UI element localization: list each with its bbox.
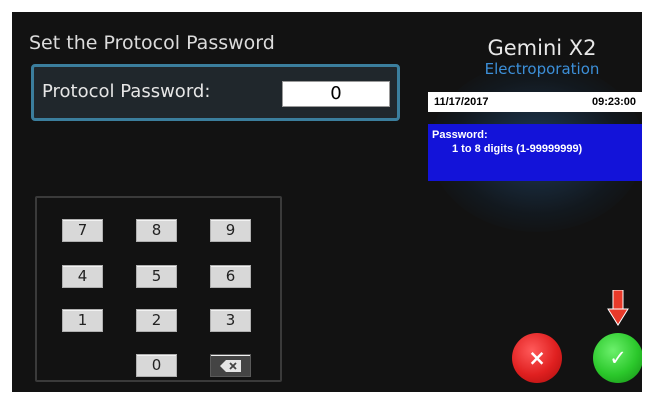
key-6[interactable]: 6 xyxy=(210,265,251,288)
info-detail: 1 to 8 digits (1-99999999) xyxy=(452,143,583,155)
key-1[interactable]: 1 xyxy=(62,309,103,332)
close-icon: × xyxy=(528,346,546,370)
page-title: Set the Protocol Password xyxy=(29,32,275,54)
protocol-password-label: Protocol Password: xyxy=(42,81,211,102)
key-9[interactable]: 9 xyxy=(210,219,251,242)
date-time-bar: 11/17/2017 09:23:00 xyxy=(428,92,642,112)
device-screen: Set the Protocol Password Protocol Passw… xyxy=(12,12,642,392)
protocol-password-input[interactable]: 0 xyxy=(282,81,390,107)
cancel-button[interactable]: × xyxy=(512,333,562,383)
backspace-button[interactable] xyxy=(210,354,251,377)
arrow-down-icon xyxy=(607,290,629,326)
numeric-keypad: 7 8 9 4 5 6 1 2 3 0 xyxy=(35,196,282,382)
brand-block: Gemini X2 Electroporation xyxy=(467,36,617,78)
key-3[interactable]: 3 xyxy=(210,309,251,332)
info-title: Password: xyxy=(432,129,488,141)
backspace-icon xyxy=(219,360,241,372)
key-7[interactable]: 7 xyxy=(62,219,103,242)
brand-subtitle: Electroporation xyxy=(484,60,600,78)
check-icon: ✓ xyxy=(609,346,627,370)
key-0[interactable]: 0 xyxy=(136,354,177,377)
protocol-password-panel: Protocol Password: 0 xyxy=(31,64,400,121)
key-5[interactable]: 5 xyxy=(136,265,177,288)
date-display: 11/17/2017 xyxy=(434,96,489,108)
key-4[interactable]: 4 xyxy=(62,265,103,288)
key-2[interactable]: 2 xyxy=(136,309,177,332)
key-8[interactable]: 8 xyxy=(136,219,177,242)
password-info-box: Password: 1 to 8 digits (1-99999999) xyxy=(428,124,642,181)
brand-name: Gemini X2 xyxy=(487,36,597,60)
confirm-button[interactable]: ✓ xyxy=(593,333,642,383)
time-display: 09:23:00 xyxy=(591,96,636,108)
